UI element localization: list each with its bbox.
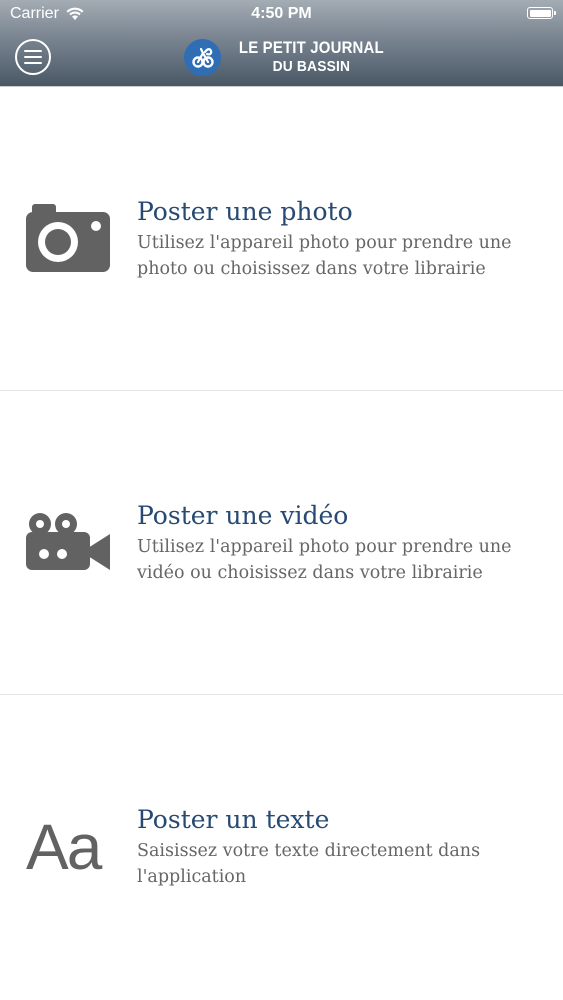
post-video-title: Poster une vidéo bbox=[137, 501, 349, 530]
logo-emblem-icon bbox=[184, 38, 221, 76]
post-text-option[interactable]: Aa Poster un texte Saisissez votre texte… bbox=[0, 695, 563, 999]
video-camera-icon bbox=[26, 512, 110, 579]
post-photo-title: Poster une photo bbox=[137, 197, 353, 226]
post-video-option[interactable]: Poster une vidéo Utilisez l'appareil pho… bbox=[0, 391, 563, 695]
logo-text: LE PETIT JOURNAL DU BASSIN bbox=[229, 38, 394, 76]
status-time: 4:50 PM bbox=[251, 5, 312, 22]
menu-button[interactable] bbox=[15, 39, 51, 75]
logo-title: LE PETIT JOURNAL bbox=[238, 38, 384, 57]
post-photo-description: Utilisez l'appareil photo pour prendre u… bbox=[137, 233, 512, 279]
post-text-title: Poster un texte bbox=[137, 805, 330, 834]
logo-subtitle: DU BASSIN bbox=[272, 58, 351, 75]
status-bar: Carrier 4:50 PM bbox=[0, 0, 563, 30]
post-photo-option[interactable]: Poster une photo Utilisez l'appareil pho… bbox=[0, 87, 563, 391]
post-video-description: Utilisez l'appareil photo pour prendre u… bbox=[137, 537, 512, 583]
hamburger-icon bbox=[24, 50, 42, 64]
camera-icon bbox=[26, 204, 110, 277]
post-text-description: Saisissez votre texte directement dans l… bbox=[137, 841, 481, 887]
battery-icon bbox=[527, 7, 556, 19]
text-icon: Aa bbox=[26, 811, 102, 883]
app-header: Carrier 4:50 PM LE PETIT JOURNAL DU BASS… bbox=[0, 0, 563, 87]
app-logo: LE PETIT JOURNAL DU BASSIN bbox=[184, 38, 394, 76]
